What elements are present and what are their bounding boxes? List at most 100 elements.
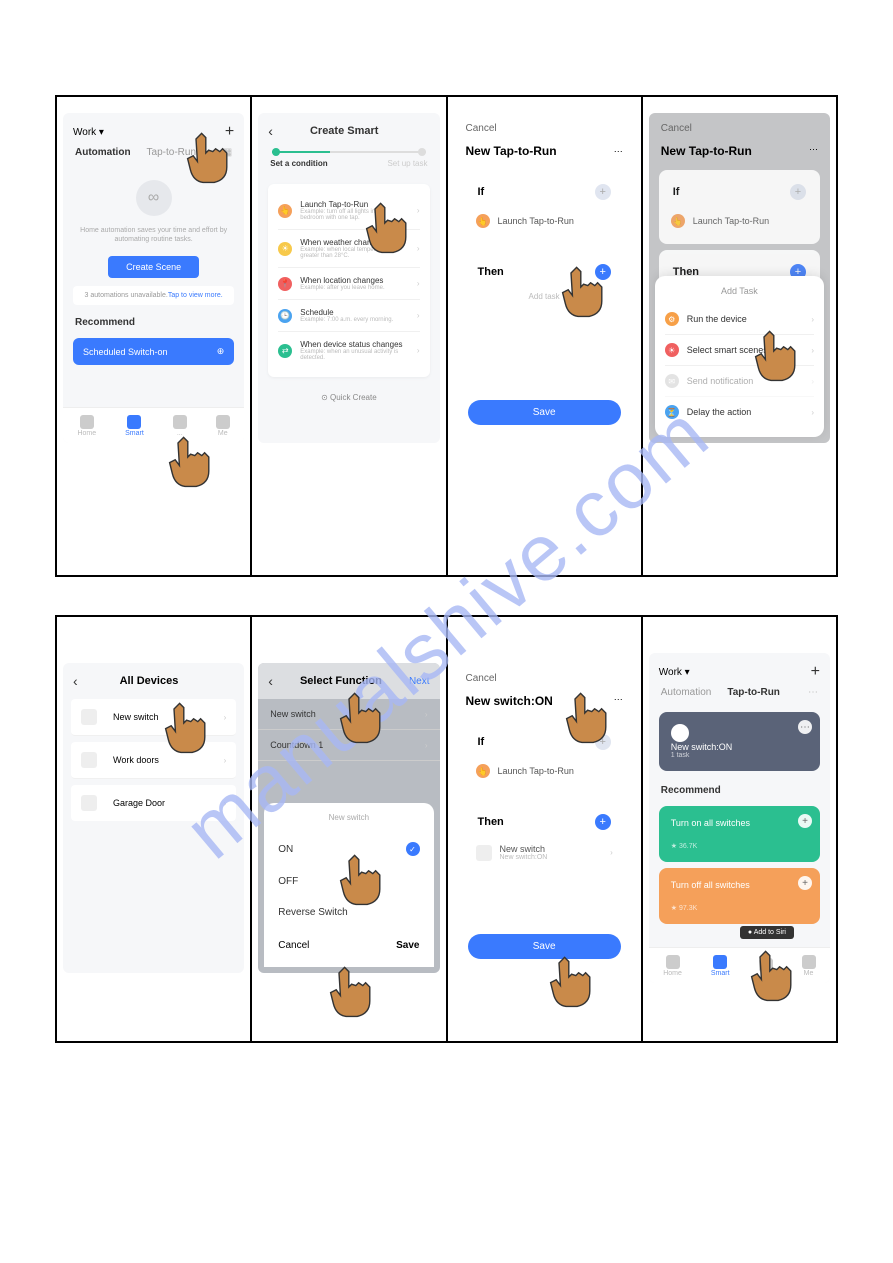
add-icon[interactable]: + (798, 814, 812, 828)
phone-frame: Work ▾ + Automation Tap-to-Run ⋯ New switch… (649, 653, 830, 983)
bottom-nav: Home Smart ... Me (63, 407, 244, 443)
opt-run-device[interactable]: ⚙Run the device› (665, 304, 814, 335)
screen-8: Work ▾ + Automation Tap-to-Run ⋯ New switch… (643, 617, 836, 1041)
nav-home[interactable]: Home (77, 415, 96, 437)
scene-menu-icon[interactable]: ⋯ (798, 720, 812, 734)
cond-device-status[interactable]: ⇄When device status changesExample: when… (278, 332, 419, 369)
step-condition: Set a condition (270, 159, 327, 168)
nav-extra[interactable] (759, 958, 773, 973)
screen-1: Work ▾ + Automation Tap-to-Run ▦ ∞ Home … (57, 97, 252, 575)
opt-delay-action[interactable]: ⏳Delay the action› (665, 397, 814, 427)
cancel-button[interactable]: Cancel (466, 123, 497, 134)
add-task-sheet: Add Task ⚙Run the device› ☀Select smart … (655, 276, 824, 437)
add-then-button[interactable]: + (595, 264, 611, 280)
more-icon[interactable]: ⋯ (809, 144, 818, 158)
then-device-row[interactable]: New switchNew switch:ON› (474, 838, 615, 867)
page-title: New Tap-to-Run (661, 144, 752, 158)
check-icon: ✓ (406, 842, 420, 856)
opt-on[interactable]: ON✓ (278, 832, 419, 866)
condition-list: 👆Launch Tap-to-RunExample: turn off all … (268, 184, 429, 377)
rec-card-turn-off[interactable]: Turn off all switches + ★ 97.3K (659, 868, 820, 924)
recommend-heading: Recommend (63, 309, 244, 332)
fn-new-switch[interactable]: New switch› (258, 699, 439, 730)
cond-schedule[interactable]: 🕒ScheduleExample: 7:00 a.m. every mornin… (278, 300, 419, 332)
more-icon[interactable]: ⋯ (808, 687, 818, 698)
phone-frame: Work ▾ + Automation Tap-to-Run ▦ ∞ Home … (63, 113, 244, 443)
sheet-cancel-button[interactable]: Cancel (278, 940, 309, 951)
device-new-switch[interactable]: New switch› (71, 699, 236, 736)
if-launch-row[interactable]: 👆Launch Tap-to-Run (474, 758, 615, 784)
nav-me[interactable]: Me (802, 955, 816, 977)
nav-smart[interactable]: Smart (711, 955, 730, 977)
add-if-button[interactable]: + (595, 734, 611, 750)
scheduled-switch-card[interactable]: Scheduled Switch-on⊕ (73, 338, 234, 365)
cond-location[interactable]: 📍When location changesExample: after you… (278, 268, 419, 300)
cancel-button[interactable]: Cancel (661, 123, 692, 134)
more-icon[interactable]: ⋯ (614, 694, 623, 708)
scene-title: New switch:ON (671, 742, 808, 752)
tab-automation[interactable]: Automation (75, 147, 131, 158)
nav-home[interactable]: Home (663, 955, 682, 977)
cond-launch-tap[interactable]: 👆Launch Tap-to-RunExample: turn off all … (278, 192, 419, 230)
create-scene-button[interactable]: Create Scene (108, 256, 199, 278)
page-title: All Devices (86, 675, 213, 687)
location-dropdown[interactable]: Work ▾ (73, 127, 104, 138)
filter-icon[interactable]: ▦ (223, 147, 232, 158)
next-button[interactable]: Next (409, 676, 430, 687)
add-button[interactable]: + (225, 123, 234, 141)
sheet-title: New switch (278, 813, 419, 832)
more-icon[interactable]: ⋯ (614, 146, 623, 157)
device-work-doors[interactable]: Work doors› (71, 742, 236, 779)
phone-frame: Cancel New Tap-to-Run⋯ If+ 👆Launch Tap-t… (649, 113, 830, 443)
location-dropdown[interactable]: Work ▾ (659, 667, 690, 678)
device-garage-door[interactable]: Garage Door› (71, 785, 236, 821)
recommend-heading: Recommend (649, 777, 830, 800)
loop-icon: ∞ (136, 180, 172, 216)
add-task-placeholder: Add task (474, 288, 615, 305)
screen-5: ‹ All Devices New switch› Work doors› Gar… (57, 617, 252, 1041)
opt-select-scenes[interactable]: ☀Select smart scenes› (665, 335, 814, 366)
save-button[interactable]: Save (468, 934, 621, 959)
tab-automation[interactable]: Automation (661, 687, 712, 698)
then-label: Then (478, 816, 504, 828)
rec-card-turn-on[interactable]: Turn on all switches + ★ 36.7K (659, 806, 820, 862)
if-block: If+ 👆Launch Tap-to-Run (464, 720, 625, 794)
add-if-button[interactable]: + (595, 184, 611, 200)
top-grid: Work ▾ + Automation Tap-to-Run ▦ ∞ Home … (55, 95, 838, 577)
page-title: New Tap-to-Run (466, 144, 557, 158)
fn-countdown[interactable]: Countdown 1› (258, 730, 439, 761)
step-task: Set up task (387, 159, 427, 168)
tab-tap-to-run[interactable]: Tap-to-Run (147, 147, 196, 158)
back-button[interactable]: ‹ (73, 673, 78, 689)
opt-send-notification: ✉Send notification› (665, 366, 814, 397)
add-icon[interactable]: + (798, 876, 812, 890)
screen-3: Cancel New Tap-to-Run ⋯ If+ 👆Launch Tap-… (448, 97, 643, 575)
add-button[interactable]: + (811, 663, 820, 681)
sheet-save-button[interactable]: Save (396, 940, 419, 951)
nav-smart[interactable]: Smart (125, 415, 144, 437)
save-button[interactable]: Save (468, 400, 621, 425)
if-block: If+ 👆Launch Tap-to-Run (464, 170, 625, 244)
nav-extra[interactable]: ... (173, 415, 187, 437)
blurb-text: Home automation saves your time and effo… (63, 222, 244, 248)
bottom-grid: ‹ All Devices New switch› Work doors› Gar… (55, 615, 838, 1043)
screen-2: ‹ Create Smart Set a conditionSet up tas… (252, 97, 447, 575)
nav-me[interactable]: Me (216, 415, 230, 437)
tab-tap-to-run[interactable]: Tap-to-Run (727, 687, 780, 698)
quick-create-button[interactable]: ⊙ Quick Create (258, 383, 439, 412)
if-launch-row[interactable]: 👆Launch Tap-to-Run (474, 208, 615, 234)
back-button[interactable]: ‹ (268, 673, 273, 689)
page-title: New switch:ON (466, 694, 553, 708)
availability-note[interactable]: 3 automations unavailable.Tap to view mo… (73, 286, 234, 305)
cond-weather[interactable]: ☀When weather changesExample: when local… (278, 230, 419, 268)
then-label: Then (478, 266, 504, 278)
opt-reverse[interactable]: Reverse Switch (278, 897, 419, 928)
opt-off[interactable]: OFF (278, 866, 419, 897)
switch-sheet: New switch ON✓ OFF Reverse Switch Cancel… (264, 803, 433, 967)
phone-frame: ‹Select FunctionNext New switch› Countdo… (258, 663, 439, 973)
scene-card-new-switch[interactable]: New switch:ON 1 task ⋯ (659, 712, 820, 771)
cancel-button[interactable]: Cancel (466, 673, 497, 684)
add-then-button[interactable]: + (595, 814, 611, 830)
add-to-siri-button[interactable]: ● Add to Siri (740, 926, 794, 939)
phone-frame: Cancel New Tap-to-Run ⋯ If+ 👆Launch Tap-… (454, 113, 635, 443)
